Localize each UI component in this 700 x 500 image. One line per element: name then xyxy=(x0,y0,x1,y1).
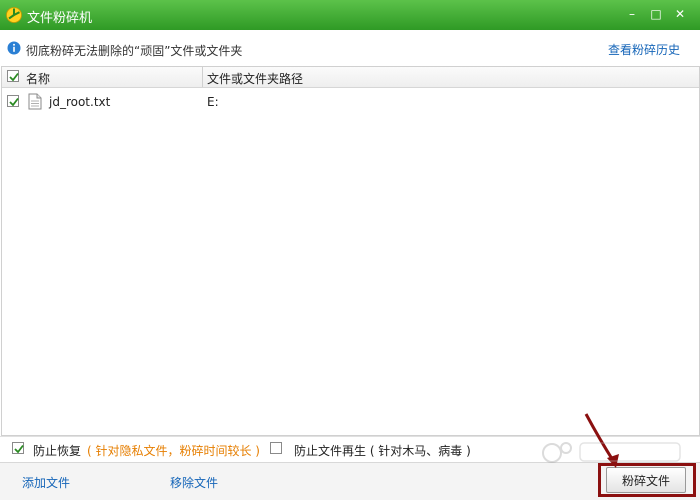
table-row[interactable]: jd_root.txt E: xyxy=(2,90,699,114)
view-shred-history-link[interactable]: 查看粉碎历史 xyxy=(608,41,680,58)
column-divider[interactable] xyxy=(202,67,203,87)
bottom-bar: 添加文件 移除文件 粉碎文件 xyxy=(0,462,700,500)
prevent-recovery-hint: ( 针对隐私文件，粉碎时间较长 ) xyxy=(87,444,260,458)
title-bar[interactable]: 文件粉碎机 – □ ✕ xyxy=(0,0,700,30)
file-path: E: xyxy=(207,95,219,109)
prevent-recovery-label[interactable]: 防止恢复 xyxy=(33,442,81,459)
prevent-regeneration-checkbox[interactable] xyxy=(270,442,282,454)
remove-file-link[interactable]: 移除文件 xyxy=(170,474,218,491)
select-all-checkbox[interactable] xyxy=(7,70,19,82)
column-header-path[interactable]: 文件或文件夹路径 xyxy=(207,70,303,87)
text-file-icon xyxy=(28,93,42,110)
maximize-button[interactable]: □ xyxy=(646,5,666,23)
file-shredder-window: 文件粉碎机 – □ ✕ 彻底粉碎无法删除的“顽固”文件或文件夹 查看粉碎历史 名… xyxy=(0,0,700,500)
info-message: 彻底粉碎无法删除的“顽固”文件或文件夹 xyxy=(26,44,243,58)
prevent-recovery-checkbox[interactable] xyxy=(12,442,24,454)
file-name: jd_root.txt xyxy=(49,95,111,109)
file-table: 名称 文件或文件夹路径 jd_root.txt E: xyxy=(1,66,700,436)
info-bar: 彻底粉碎无法删除的“顽固”文件或文件夹 查看粉碎历史 xyxy=(0,30,700,66)
shred-file-button[interactable]: 粉碎文件 xyxy=(606,467,686,493)
info-icon xyxy=(7,41,21,55)
app-logo-icon xyxy=(6,7,22,23)
add-file-link[interactable]: 添加文件 xyxy=(22,474,70,491)
window-title: 文件粉碎机 xyxy=(27,11,93,26)
minimize-button[interactable]: – xyxy=(622,5,642,23)
shred-options: 防止恢复 ( 针对隐私文件，粉碎时间较长 ) 防止文件再生 ( 针对木马、病毒 … xyxy=(0,436,700,461)
table-header: 名称 文件或文件夹路径 xyxy=(2,67,699,88)
column-header-name[interactable]: 名称 xyxy=(26,70,50,87)
prevent-regeneration-label[interactable]: 防止文件再生 ( 针对木马、病毒 ) xyxy=(294,442,471,459)
close-button[interactable]: ✕ xyxy=(670,5,690,23)
row-checkbox[interactable] xyxy=(7,95,19,107)
